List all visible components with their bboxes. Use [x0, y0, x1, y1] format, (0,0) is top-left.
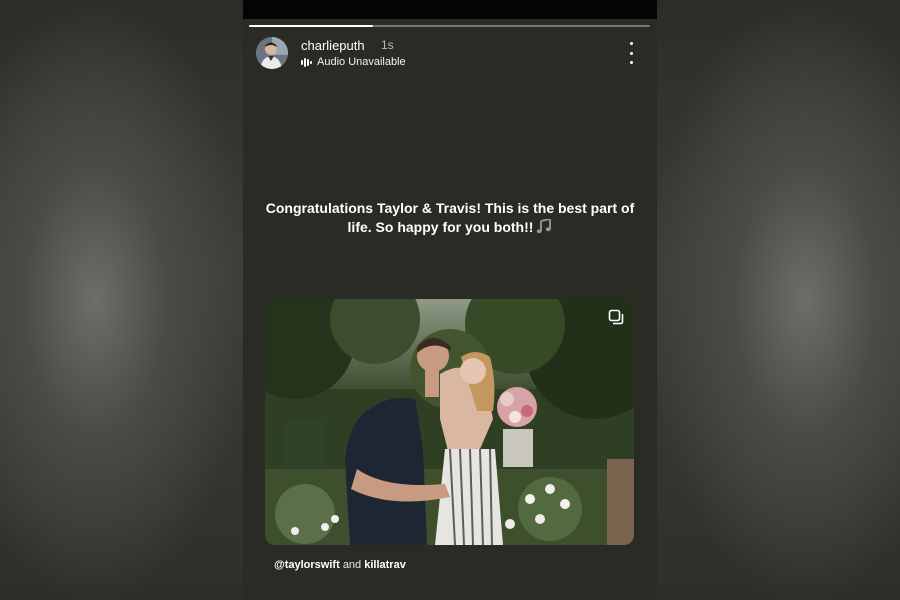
audio-status[interactable]: Audio Unavailable	[301, 56, 406, 68]
shared-post-photo[interactable]	[265, 299, 634, 545]
story-progress-fill	[249, 25, 374, 27]
avatar-image	[256, 37, 288, 69]
tag-conjunction: and	[342, 559, 362, 571]
audio-status-label: Audio Unavailable	[317, 56, 406, 68]
music-note-icon	[537, 219, 552, 234]
more-vertical-icon	[629, 42, 633, 45]
story-viewer[interactable]: charlieputh 1s Audio Unavailable Congrat…	[243, 0, 657, 600]
tag-killatrav[interactable]: killatrav	[364, 559, 406, 571]
more-options-button[interactable]	[621, 42, 641, 64]
tag-taylorswift[interactable]: @taylorswift	[274, 559, 340, 571]
status-bar	[243, 0, 657, 19]
story-caption: Congratulations Taylor & Travis! This is…	[261, 199, 639, 237]
avatar[interactable]	[256, 37, 288, 69]
story-progress-bar	[249, 25, 650, 27]
carousel-icon	[608, 309, 624, 325]
couple-garden-photo	[265, 299, 634, 545]
audio-bars-icon	[301, 57, 312, 67]
tagged-accounts: @taylorswift and killatrav	[274, 559, 406, 571]
caption-text: Congratulations Taylor & Travis! This is…	[265, 200, 635, 235]
post-time: 1s	[381, 38, 394, 52]
username[interactable]: charlieputh	[301, 38, 365, 53]
